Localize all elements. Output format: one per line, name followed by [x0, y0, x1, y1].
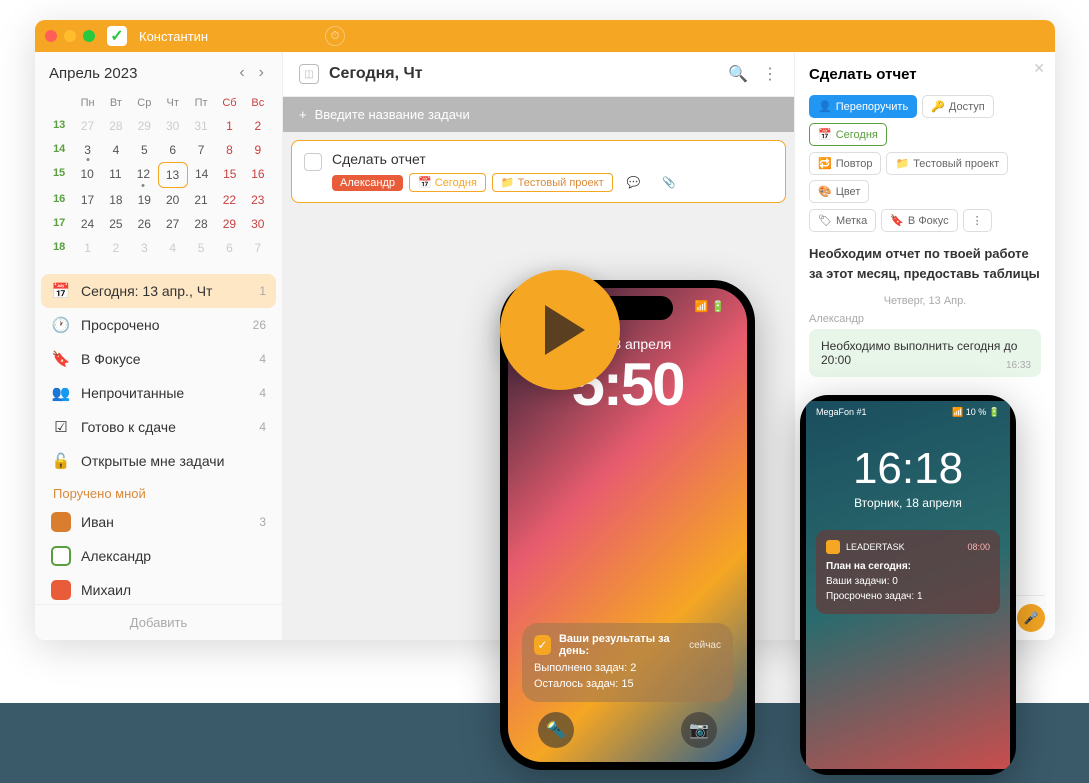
- play-video-button[interactable]: [500, 270, 620, 390]
- nav-ready[interactable]: ☑Готово к сдаче4: [41, 410, 276, 444]
- chat-date: Четверг, 13 Апр.: [809, 295, 1041, 307]
- color-pill[interactable]: 🎨Цвет: [809, 180, 869, 203]
- signal-icon: 📶 🔋: [695, 300, 725, 313]
- palette-icon: 🎨: [818, 185, 832, 198]
- reassign-pill[interactable]: 👤Перепоручить: [809, 95, 917, 118]
- maximize-window-button[interactable]: [83, 30, 95, 42]
- check-square-icon: ☑: [51, 417, 71, 437]
- repeat-icon: 🔁: [818, 157, 832, 170]
- calendar-outline-icon: ◫: [299, 64, 319, 84]
- repeat-pill[interactable]: 🔁Повтор: [809, 152, 881, 175]
- nav-focus[interactable]: 🔖В Фокусе4: [41, 342, 276, 376]
- lockscreen-time: 16:18: [806, 444, 1010, 494]
- close-detail-button[interactable]: ✕: [1033, 60, 1045, 77]
- clock-icon: 🕐: [51, 315, 71, 335]
- avatar: [51, 580, 71, 600]
- task-checkbox[interactable]: [304, 153, 322, 171]
- center-title: Сегодня, Чт: [329, 65, 423, 83]
- task-card[interactable]: Сделать отчет Александр 📅Сегодня 📁Тестов…: [291, 140, 786, 203]
- detail-description: Необходим отчет по твоей работе за этот …: [809, 244, 1041, 283]
- app-icon: [826, 540, 840, 554]
- assignee-alexander[interactable]: Александр: [41, 539, 276, 573]
- app-logo: ✓: [107, 26, 127, 46]
- user-icon: 👤: [818, 100, 832, 113]
- mic-button[interactable]: 🎤: [1017, 604, 1045, 632]
- task-title: Сделать отчет: [332, 151, 773, 167]
- tag-pill[interactable]: 🏷Метка: [809, 209, 876, 232]
- username-label: Константин: [139, 29, 208, 44]
- add-button[interactable]: Добавить: [35, 604, 282, 640]
- add-task-input[interactable]: +Введите название задачи: [283, 97, 794, 132]
- chat-message: Необходимо выполнить сегодня до 20:00 16…: [809, 329, 1041, 377]
- minimize-window-button[interactable]: [64, 30, 76, 42]
- sidebar: Апрель 2023 ‹ › Пн Вт Ср Чт Пт Сб Вс 132…: [35, 52, 283, 640]
- nav-unread[interactable]: 👥Непрочитанные4: [41, 376, 276, 410]
- calendar-today[interactable]: 13: [158, 162, 188, 188]
- attach-icon[interactable]: 📎: [654, 174, 684, 191]
- nav-shared[interactable]: 🔓Открытые мне задачи: [41, 444, 276, 478]
- chat-from: Александр: [809, 313, 1041, 325]
- nav-overdue[interactable]: 🕐Просрочено26: [41, 308, 276, 342]
- calendar-small-icon: 📅: [818, 128, 832, 141]
- more-pill[interactable]: ⋮: [963, 209, 992, 232]
- calendar-month-label: Апрель 2023: [49, 65, 137, 82]
- more-icon[interactable]: ⋮: [762, 64, 778, 84]
- camera-button[interactable]: 📷: [681, 712, 717, 748]
- window-controls: [45, 30, 95, 42]
- close-window-button[interactable]: [45, 30, 57, 42]
- focus-pill[interactable]: 🔖В Фокус: [881, 209, 957, 232]
- status-bar: MegaFon #1 📶 10 % 🔋: [806, 401, 1010, 424]
- calendar-grid: Пн Вт Ср Чт Пт Сб Вс 13272829303112 1434…: [35, 90, 282, 270]
- plus-icon: +: [299, 107, 307, 122]
- nav-today[interactable]: 📅Сегодня: 13 апр., Чт1: [41, 274, 276, 308]
- search-icon[interactable]: 🔍: [728, 64, 748, 84]
- folder-icon: 📁: [501, 176, 515, 189]
- avatar: [51, 546, 71, 566]
- flashlight-button[interactable]: 🔦: [538, 712, 574, 748]
- nav-list: 📅Сегодня: 13 апр., Чт1 🕐Просрочено26 🔖В …: [35, 270, 282, 604]
- phone-mockup-small: MegaFon #1 📶 10 % 🔋 16:18 Вторник, 18 ап…: [800, 395, 1016, 775]
- notification-card[interactable]: LEADERTASK 08:00 План на сегодня: Ваши з…: [816, 530, 1000, 614]
- center-header: ◫ Сегодня, Чт 🔍 ⋮: [283, 52, 794, 97]
- calendar-small-icon: 📅: [418, 176, 432, 189]
- today-pill[interactable]: 📅Сегодня: [809, 123, 887, 146]
- lock-icon: 🔓: [51, 451, 71, 471]
- wifi-icon: 📶: [952, 407, 963, 417]
- bookmark-icon: 🔖: [51, 349, 71, 369]
- date-chip[interactable]: 📅Сегодня: [409, 173, 486, 192]
- titlebar: ✓ Константин ⏱: [35, 20, 1055, 52]
- calendar-next-button[interactable]: ›: [255, 62, 268, 84]
- section-delegated-by-me: Поручено мной: [41, 478, 276, 505]
- avatar: [51, 512, 71, 532]
- people-icon: 👥: [51, 383, 71, 403]
- project-pill[interactable]: 📁Тестовый проект: [886, 152, 1008, 175]
- calendar-icon: 📅: [51, 281, 71, 301]
- dashboard-icon[interactable]: ⏱: [325, 26, 345, 46]
- folder-icon: 📁: [895, 157, 909, 170]
- notification-card[interactable]: ✓ Ваши результаты за день: сейчас Выполн…: [522, 623, 733, 702]
- app-icon: ✓: [534, 635, 551, 655]
- chat-icon[interactable]: 💬: [619, 174, 649, 191]
- calendar-header: Апрель 2023 ‹ ›: [35, 52, 282, 90]
- tag-icon: 🏷: [818, 214, 832, 227]
- calendar-prev-button[interactable]: ‹: [235, 62, 248, 84]
- bookmark-icon: 🔖: [890, 214, 904, 227]
- assignee-ivan[interactable]: Иван3: [41, 505, 276, 539]
- key-icon: 🔑: [931, 100, 945, 113]
- play-icon: [545, 305, 585, 355]
- assignee-chip[interactable]: Александр: [332, 175, 403, 191]
- assignee-mikhail[interactable]: Михаил: [41, 573, 276, 604]
- project-chip[interactable]: 📁Тестовый проект: [492, 173, 613, 192]
- check-icon: ✓: [110, 26, 123, 46]
- detail-title: Сделать отчет: [809, 66, 1041, 83]
- access-pill[interactable]: 🔑Доступ: [922, 95, 994, 118]
- lockscreen-date: Вторник, 18 апреля: [806, 496, 1010, 510]
